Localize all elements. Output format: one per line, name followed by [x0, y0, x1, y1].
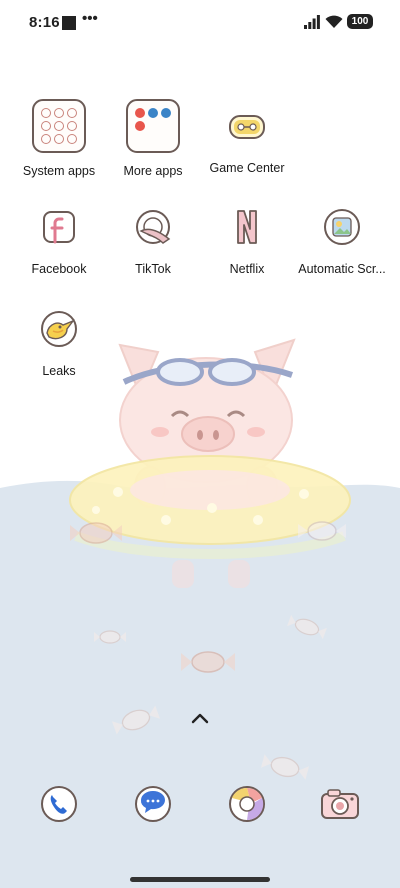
- app-leaks[interactable]: Leaks: [11, 299, 107, 378]
- browser-icon: [217, 774, 277, 834]
- status-bar: 8:16 ••• 100: [0, 0, 400, 44]
- folder-more-apps[interactable]: More apps: [105, 96, 201, 178]
- app-label: TikTok: [135, 262, 171, 276]
- battery-icon: 100: [347, 14, 373, 29]
- app-label: Automatic Scr...: [298, 262, 386, 276]
- app-game-center[interactable]: Game Center: [199, 96, 295, 175]
- app-label: System apps: [22, 164, 96, 178]
- app-tiktok[interactable]: TikTok: [105, 197, 201, 276]
- dock-browser[interactable]: [199, 774, 295, 834]
- camera-icon: [310, 774, 370, 834]
- signal-icon: [304, 15, 320, 29]
- wifi-icon: [325, 15, 343, 28]
- messages-icon: [123, 774, 183, 834]
- more-notifications-icon: •••: [82, 10, 98, 27]
- app-label: Leaks: [42, 364, 76, 378]
- app-label: Netflix: [229, 262, 265, 276]
- app-label: More apps: [123, 164, 183, 178]
- app-label: Facebook: [31, 262, 87, 276]
- dock-camera[interactable]: [292, 774, 388, 834]
- facebook-icon: [29, 197, 89, 257]
- dock-messages[interactable]: [105, 774, 201, 834]
- app-automatic-screenshot[interactable]: Automatic Scr...: [294, 197, 390, 276]
- folder-system-apps[interactable]: System apps: [11, 96, 107, 178]
- app-netflix[interactable]: Netflix: [199, 197, 295, 276]
- notification-icon: [62, 16, 76, 30]
- dock-phone[interactable]: [11, 774, 107, 834]
- folder-icon: [29, 99, 89, 159]
- screenshot-icon: [312, 197, 372, 257]
- netflix-icon: [217, 197, 277, 257]
- bird-icon: [29, 299, 89, 359]
- folder-icon: [123, 99, 183, 159]
- gesture-navigation-handle[interactable]: [130, 877, 270, 882]
- tiktok-icon: [123, 197, 183, 257]
- app-label: Game Center: [209, 161, 285, 175]
- chevron-up-icon[interactable]: [191, 712, 209, 724]
- status-time: 8:16: [29, 14, 60, 31]
- phone-icon: [29, 774, 89, 834]
- game-controller-icon: [217, 96, 277, 156]
- app-facebook[interactable]: Facebook: [11, 197, 107, 276]
